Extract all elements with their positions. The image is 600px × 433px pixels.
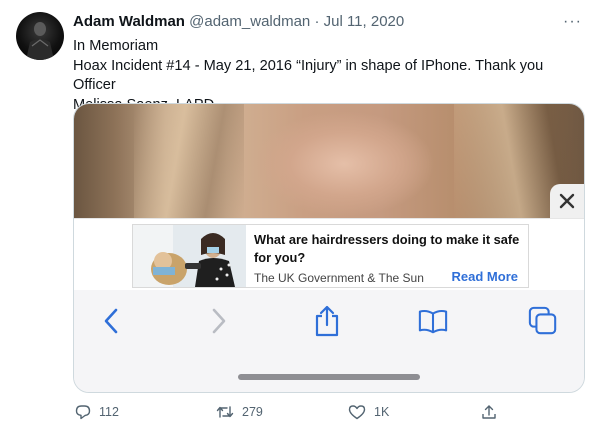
ad-banner-area: What are hairdressers doing to make it s… — [74, 218, 584, 292]
tweet-header: Adam Waldman @adam_waldman · Jul 11, 202… — [73, 12, 584, 32]
safari-toolbar — [74, 290, 584, 392]
tweet-text-line: In Memoriam — [73, 38, 159, 54]
retweet-icon — [216, 406, 234, 418]
share-icon[interactable] — [312, 305, 342, 337]
read-more-link[interactable]: Read More — [452, 270, 518, 284]
ad-thumbnail — [133, 225, 246, 287]
ad-banner[interactable]: What are hairdressers doing to make it s… — [132, 224, 529, 288]
tweet-date[interactable]: Jul 11, 2020 — [324, 13, 405, 30]
author-name[interactable]: Adam Waldman — [73, 13, 185, 30]
ad-title: What are hairdressers doing to make it s… — [254, 232, 520, 265]
ad-source: The UK Government & The Sun — [254, 271, 424, 285]
more-options-icon[interactable]: ··· — [563, 12, 582, 32]
retweet-count: 279 — [242, 405, 263, 419]
reply-icon — [75, 405, 91, 420]
retweet-button[interactable]: 279 — [216, 402, 263, 422]
reply-button[interactable]: 112 — [75, 402, 119, 422]
tabs-icon[interactable] — [528, 306, 558, 336]
home-indicator — [238, 374, 420, 380]
tweet-text-line: Hoax Incident #14 - May 21, 2016 “Injury… — [73, 57, 544, 94]
tweet-media-image[interactable]: What are hairdressers doing to make it s… — [73, 103, 585, 393]
author-handle[interactable]: @adam_waldman — [189, 13, 310, 30]
forward-chevron-icon[interactable] — [204, 306, 234, 336]
upload-icon — [482, 405, 496, 419]
avatar[interactable] — [16, 12, 64, 60]
avatar-figure — [26, 22, 54, 60]
photo-crop — [74, 104, 584, 218]
bookmarks-icon[interactable] — [418, 306, 448, 336]
close-icon[interactable] — [550, 184, 584, 218]
hairdresser-illustration — [133, 225, 246, 287]
share-tweet-button[interactable] — [481, 402, 497, 422]
like-button[interactable]: 1K — [348, 402, 389, 422]
like-count: 1K — [374, 405, 390, 419]
back-chevron-icon[interactable] — [96, 306, 126, 336]
heart-icon — [348, 405, 366, 420]
close-glyph — [559, 193, 575, 209]
reply-count: 112 — [99, 405, 119, 419]
hair-highlight — [134, 104, 244, 218]
separator-dot: · — [314, 13, 320, 30]
tweet-actions: 112 279 1K — [73, 402, 496, 422]
